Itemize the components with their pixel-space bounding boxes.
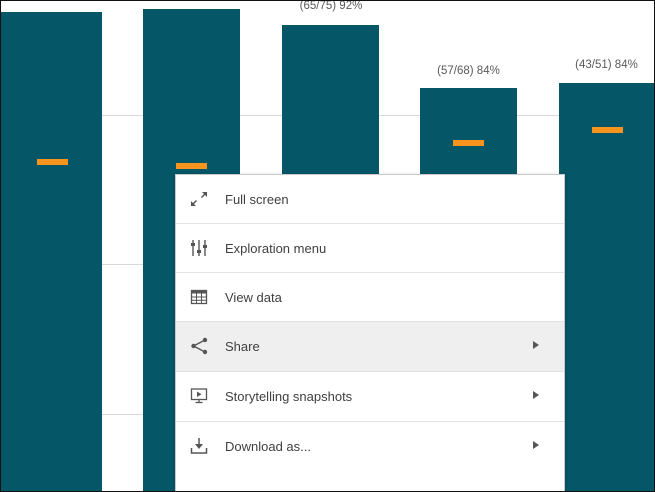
table-icon <box>190 289 208 305</box>
download-icon <box>190 438 208 454</box>
chart-frame: (65/75) 92% (57/68) 84% (43/51) 84% Full… <box>0 0 655 492</box>
expand-icon <box>191 192 207 206</box>
share-icon <box>191 337 208 355</box>
submenu-arrow-icon <box>533 341 539 349</box>
bar-data-label: (65/75) 92% <box>299 0 363 12</box>
menu-item-label: Share <box>225 339 260 354</box>
menu-item-label: Storytelling snapshots <box>225 389 353 404</box>
menu-item-storytelling-snapshots[interactable]: Storytelling snapshots <box>176 372 564 422</box>
sliders-icon <box>191 240 207 256</box>
menu-item-download-as[interactable]: Download as... <box>176 422 564 472</box>
menu-item-view-data[interactable]: View data <box>176 273 564 322</box>
menu-item-label: Download as... <box>225 439 311 454</box>
target-marker <box>592 127 623 133</box>
menu-item-label: Full screen <box>225 192 289 207</box>
bar-data-label: (57/68) 84% <box>437 65 500 77</box>
chart-bar[interactable] <box>559 83 654 491</box>
presentation-icon <box>190 388 208 404</box>
menu-item-label: Exploration menu <box>225 241 327 256</box>
chart-bar[interactable] <box>1 12 102 491</box>
menu-item-label: View data <box>225 290 282 305</box>
menu-item-share[interactable]: Share <box>176 322 564 372</box>
menu-item-exploration-menu[interactable]: Exploration menu <box>176 224 564 273</box>
context-menu: Full screen Exploration menu View data S… <box>175 174 565 491</box>
submenu-arrow-icon <box>533 391 539 399</box>
menu-item-full-screen[interactable]: Full screen <box>176 175 564 224</box>
target-marker <box>176 163 207 169</box>
target-marker <box>453 140 484 146</box>
submenu-arrow-icon <box>533 441 539 449</box>
bar-data-label: (43/51) 84% <box>575 59 638 71</box>
target-marker <box>37 159 68 165</box>
